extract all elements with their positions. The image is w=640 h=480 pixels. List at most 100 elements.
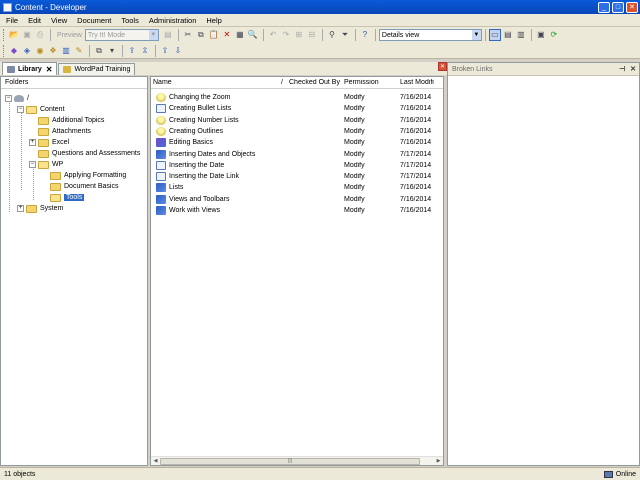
link-dropdown-icon[interactable]: ▾	[106, 45, 118, 57]
menu-view[interactable]: View	[51, 16, 67, 25]
scroll-track[interactable]: |||	[160, 457, 434, 465]
collapse-icon[interactable]: −	[29, 161, 36, 168]
list-item[interactable]: Creating Outlines Modify 7/16/2014	[151, 126, 443, 137]
layout-split-horizontal-icon[interactable]: ▤	[502, 29, 514, 41]
find-icon[interactable]: 🔍	[247, 29, 259, 41]
redo-icon[interactable]: ↷	[280, 29, 292, 41]
list-item[interactable]: Work with Views Modify 7/16/2014	[151, 205, 443, 216]
list-cell-name: Lists	[151, 183, 287, 193]
new-topic-icon[interactable]: ◉	[34, 45, 46, 57]
menu-file[interactable]: File	[6, 16, 18, 25]
column-header-permission[interactable]: Permission	[342, 79, 398, 86]
toolbar-separator	[50, 29, 51, 41]
menu-help[interactable]: Help	[206, 16, 221, 25]
open-folder-icon[interactable]: 📂	[8, 29, 20, 41]
new-web-page-icon[interactable]: ❖	[47, 45, 59, 57]
tree-item-content[interactable]: − Content	[17, 104, 65, 115]
expand-icon[interactable]: +	[29, 139, 36, 146]
list-item[interactable]: Changing the Zoom Modify 7/16/2014	[151, 92, 443, 103]
list-item[interactable]: Views and Toolbars Modify 7/16/2014	[151, 194, 443, 205]
menu-document[interactable]: Document	[77, 16, 111, 25]
new-section-icon[interactable]: ◈	[21, 45, 33, 57]
new-module-icon[interactable]: ◆	[8, 45, 20, 57]
tree-item-wp[interactable]: − WP	[29, 159, 63, 170]
preview-button[interactable]: Preview	[57, 32, 82, 39]
save-icon[interactable]: ▣	[21, 29, 33, 41]
toolbar-grip[interactable]	[3, 29, 6, 41]
menu-administration[interactable]: Administration	[149, 16, 197, 25]
copy-icon[interactable]: ⧉	[195, 29, 207, 41]
layout-single-pane-icon[interactable]: ▭	[488, 29, 501, 41]
tab-wordpad-training[interactable]: WordPad Training	[58, 63, 136, 75]
list-item[interactable]: Creating Number Lists Modify 7/16/2014	[151, 115, 443, 126]
list-cell-name: Views and Toolbars	[151, 194, 287, 204]
close-pane-icon[interactable]: ✕	[438, 62, 447, 71]
collapse-icon[interactable]: −	[5, 95, 12, 102]
list-item[interactable]: Inserting the Date Modify 7/17/2014	[151, 160, 443, 171]
scroll-thumb[interactable]: |||	[160, 457, 420, 465]
tree-item-document-basics[interactable]: Document Basics	[41, 181, 118, 192]
menu-edit[interactable]: Edit	[28, 16, 41, 25]
paste-icon[interactable]: 📋	[208, 29, 220, 41]
properties-icon[interactable]: ▦	[234, 29, 246, 41]
view-select[interactable]: Details view ▼	[378, 29, 482, 41]
list-cell-name: Work with Views	[151, 206, 287, 215]
expand-icon[interactable]: +	[17, 205, 24, 212]
column-header-name[interactable]: Name /	[151, 79, 287, 86]
list-cell-permission: Modify	[344, 105, 365, 113]
layout-split-vertical-icon[interactable]: ▥	[515, 29, 527, 41]
collapse-icon[interactable]: −	[17, 106, 24, 113]
import-icon[interactable]: ⇪	[126, 45, 138, 57]
list-cell-last-modified: 7/16/2014	[400, 105, 432, 113]
new-package-icon[interactable]: ▥	[60, 45, 72, 57]
publish-icon[interactable]: ▤	[162, 29, 174, 41]
tree-item-excel[interactable]: + Excel	[29, 137, 69, 148]
filter-icon[interactable]: ⏷	[339, 29, 351, 41]
scroll-left-icon[interactable]: ◀	[151, 457, 160, 466]
expand-icon[interactable]: ⊞	[293, 29, 305, 41]
tree-item-additional-topics[interactable]: Additional Topics	[29, 115, 104, 126]
minimize-button[interactable]: _	[598, 1, 610, 13]
cut-icon[interactable]: ✂	[182, 29, 194, 41]
mode-select[interactable]: Try It! Mode ▼	[84, 29, 159, 41]
close-icon[interactable]: ✕	[630, 66, 636, 73]
undo-icon[interactable]: ↶	[267, 29, 279, 41]
list-item[interactable]: Editing Basics Modify 7/16/2014	[151, 137, 443, 148]
tree-item-system[interactable]: + System	[17, 203, 63, 214]
close-tab-icon[interactable]: ✕	[46, 65, 53, 74]
print-icon[interactable]: ⎙	[34, 29, 46, 41]
toolbar-grip[interactable]	[3, 44, 6, 57]
link-document-icon[interactable]: ⧉	[93, 45, 105, 57]
list-item[interactable]: Inserting Dates and Objects Modify 7/17/20…	[151, 149, 443, 160]
scroll-right-icon[interactable]: ▶	[434, 457, 443, 466]
check-out-icon[interactable]: ⇩	[172, 45, 184, 57]
new-question-icon[interactable]: ✎	[73, 45, 85, 57]
list-item[interactable]: Lists Modify 7/16/2014	[151, 182, 443, 193]
menu-tools[interactable]: Tools	[121, 16, 139, 25]
tree-item-questions-and-assessments[interactable]: Questions and Assessments	[29, 148, 140, 159]
tree-item-applying-formatting[interactable]: Applying Formatting	[41, 170, 126, 181]
tree-item-attachments[interactable]: Attachments	[29, 126, 91, 137]
list-cell-permission: Modify	[344, 184, 365, 192]
horizontal-scrollbar[interactable]: ◀ ||| ▶	[151, 456, 443, 465]
pin-icon[interactable]: ⊣	[619, 66, 625, 73]
column-header-last-modified[interactable]: Last Modifi	[398, 79, 443, 86]
list-item[interactable]: Creating Bullet Lists Modify 7/16/2014	[151, 103, 443, 114]
column-header-checked-out-by[interactable]: Checked Out By	[287, 79, 342, 86]
window-title: Content - Developer	[15, 2, 87, 12]
list-item[interactable]: Inserting the Date Link Modify 7/17/2014	[151, 171, 443, 182]
check-in-icon[interactable]: ⇧	[159, 45, 171, 57]
collapse-icon[interactable]: ⊟	[306, 29, 318, 41]
tree-label: Document Basics	[64, 183, 119, 190]
binoculars-icon[interactable]: ⚲	[326, 29, 338, 41]
tree-item-tools[interactable]: Tools	[41, 192, 85, 203]
export-icon[interactable]: ⇫	[139, 45, 151, 57]
close-window-button[interactable]: ✕	[626, 1, 638, 13]
tree-item-root[interactable]: − /	[5, 93, 29, 104]
help-icon[interactable]: ?	[359, 29, 371, 41]
refresh-icon[interactable]: ⟳	[548, 29, 560, 41]
delete-icon[interactable]: ✕	[221, 29, 233, 41]
tab-library[interactable]: Library ✕	[2, 62, 58, 75]
maximize-button[interactable]: □	[612, 1, 624, 13]
window-icon[interactable]: ▣	[535, 29, 547, 41]
